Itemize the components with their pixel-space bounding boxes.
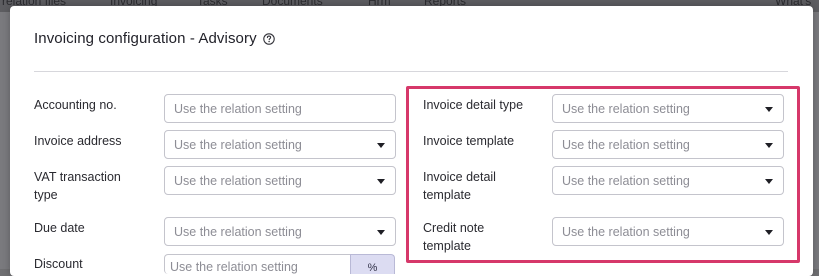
modal-title: Invoicing configuration - Advisory <box>34 30 275 47</box>
accounting-no-input[interactable]: Use the relation setting <box>164 94 396 123</box>
due-date-select[interactable]: Use the relation setting <box>164 217 396 246</box>
label-invoice-address: Invoice address <box>34 134 122 148</box>
modal-divider <box>34 71 788 72</box>
label-accounting-no: Accounting no. <box>34 98 117 112</box>
modal-title-text: Invoicing configuration - Advisory <box>34 30 257 47</box>
percent-addon: % <box>350 254 395 274</box>
discount-placeholder: Use the relation setting <box>170 260 298 274</box>
vat-transaction-type-select[interactable]: Use the relation setting <box>164 166 396 195</box>
invoice-address-placeholder: Use the relation setting <box>174 137 302 152</box>
accounting-no-placeholder: Use the relation setting <box>174 101 302 116</box>
label-due-date: Due date <box>34 221 85 235</box>
background-right-edge <box>813 12 819 269</box>
invoice-address-select[interactable]: Use the relation setting <box>164 130 396 159</box>
chevron-down-icon <box>377 230 385 235</box>
due-date-placeholder: Use the relation setting <box>174 224 302 239</box>
invoicing-config-modal: Invoicing configuration - Advisory Accou… <box>10 6 813 276</box>
discount-input[interactable]: Use the relation setting <box>164 254 351 274</box>
question-circle-icon[interactable] <box>262 32 275 45</box>
background-left-edge <box>0 12 10 269</box>
chevron-down-icon <box>377 179 385 184</box>
highlight-box <box>406 86 800 263</box>
percent-symbol: % <box>367 262 378 274</box>
vat-transaction-type-placeholder: Use the relation setting <box>174 173 302 188</box>
label-discount: Discount <box>34 257 83 271</box>
label-vat-transaction-type: VAT transaction type <box>34 170 121 202</box>
chevron-down-icon <box>377 143 385 148</box>
